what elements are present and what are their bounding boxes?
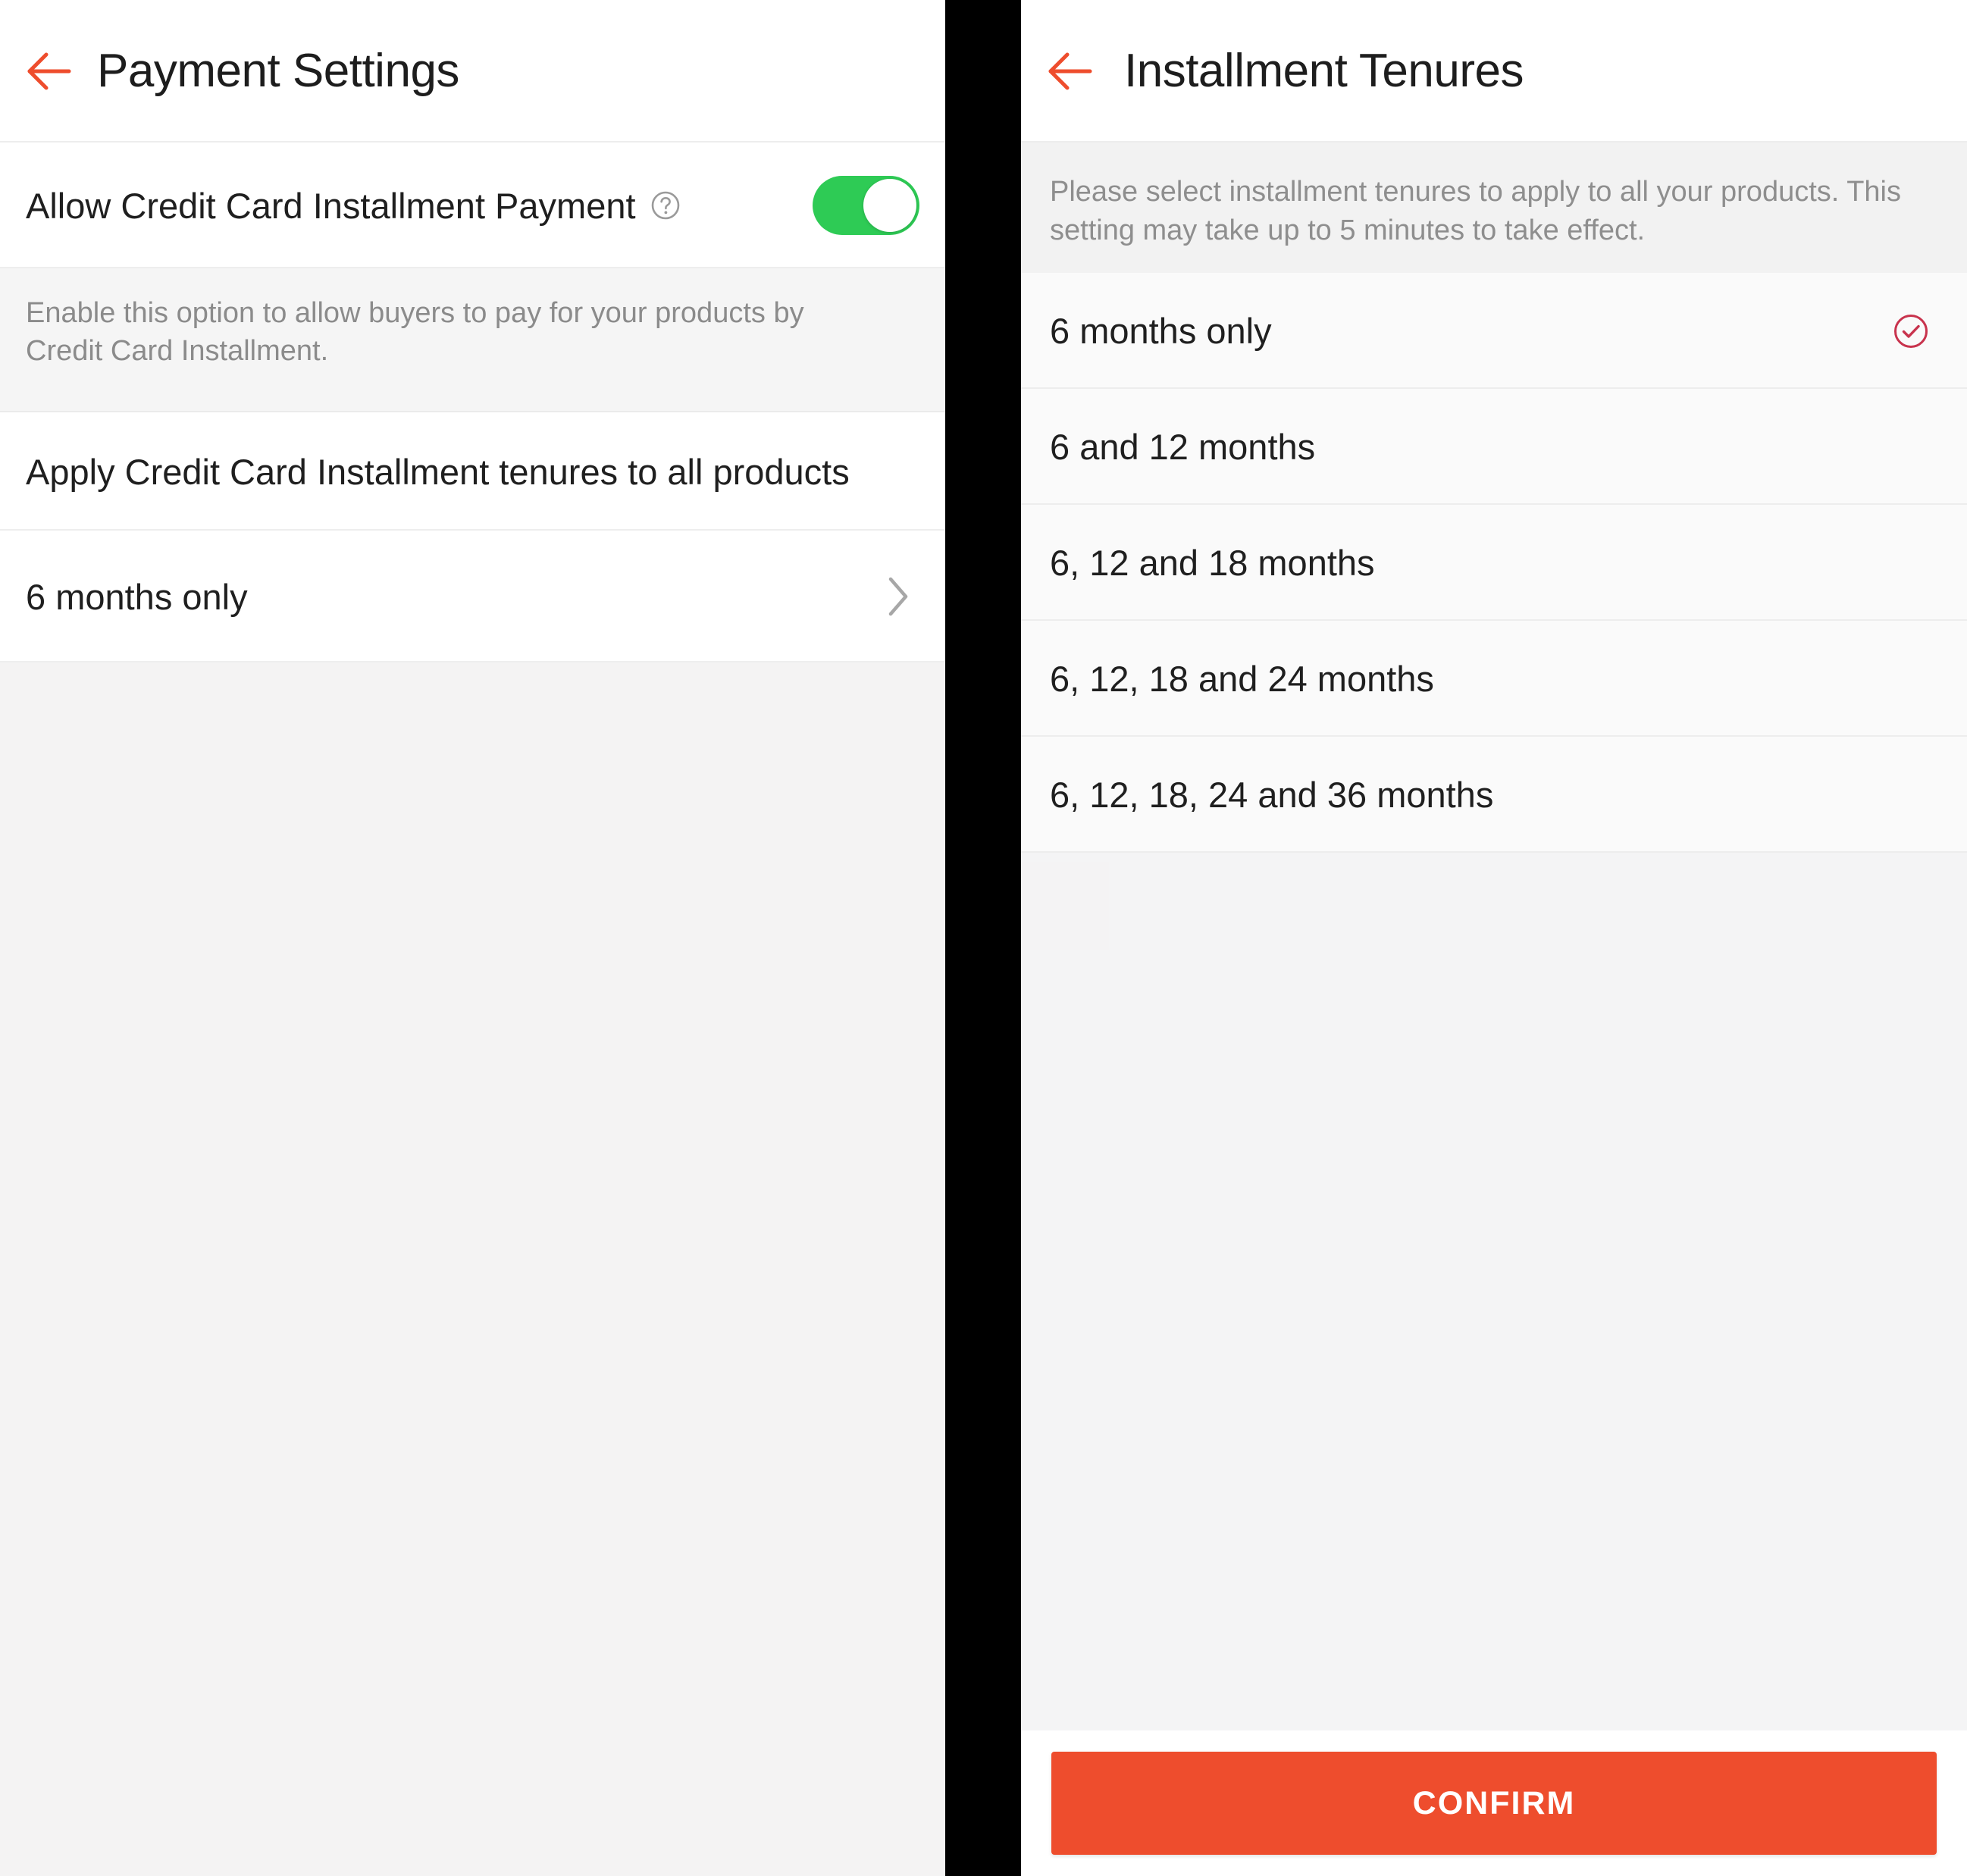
tenure-options-list: 6 months only 6 and 12 months 6, 12 and … <box>1021 273 1967 853</box>
arrow-left-icon <box>23 50 74 92</box>
apply-tenures-row: Apply Credit Card Installment tenures to… <box>0 412 945 531</box>
allow-installment-label: Allow Credit Card Installment Payment <box>26 185 636 226</box>
page-title-installment-tenures: Installment Tenures <box>1124 45 1524 97</box>
tenure-option-row-0[interactable]: 6 months only <box>1021 273 1967 389</box>
instructions-block: Please select installment tenures to app… <box>1021 143 1967 273</box>
confirm-bar: CONFIRM <box>1021 1730 1967 1876</box>
background-block <box>1021 862 1109 950</box>
tenure-option-row-4[interactable]: 6, 12, 18, 24 and 36 months <box>1021 737 1967 853</box>
payment-settings-screen: Payment Settings Allow Credit Card Insta… <box>0 0 945 1876</box>
page-title-payment-settings: Payment Settings <box>97 45 459 97</box>
confirm-button[interactable]: CONFIRM <box>1051 1752 1937 1855</box>
selected-tenure-value: 6 months only <box>26 576 248 617</box>
tenure-option-label: 6, 12, 18, 24 and 36 months <box>1050 775 1494 815</box>
allow-installment-row[interactable]: Allow Credit Card Installment Payment <box>0 143 945 268</box>
tenure-option-row-1[interactable]: 6 and 12 months <box>1021 389 1967 505</box>
screenshot-root: Payment Settings Allow Credit Card Insta… <box>0 0 1967 1876</box>
back-button-payment-settings[interactable] <box>0 0 97 143</box>
allow-installment-toggle[interactable] <box>813 176 919 235</box>
tenure-option-label: 6 and 12 months <box>1050 427 1316 467</box>
right-appbar: Installment Tenures <box>1021 0 1967 143</box>
left-appbar: Payment Settings <box>0 0 945 143</box>
selected-tenure-row[interactable]: 6 months only <box>0 531 945 662</box>
toggle-knob <box>863 179 916 232</box>
tenure-option-label: 6 months only <box>1050 311 1272 351</box>
chevron-right-icon[interactable] <box>885 575 912 618</box>
arrow-left-icon <box>1045 50 1095 92</box>
tenure-option-label: 6, 12 and 18 months <box>1050 543 1375 583</box>
tenure-option-row-3[interactable]: 6, 12, 18 and 24 months <box>1021 621 1967 737</box>
tenure-option-row-2[interactable]: 6, 12 and 18 months <box>1021 505 1967 621</box>
help-text-block: Enable this option to allow buyers to pa… <box>0 268 945 412</box>
instructions-text: Please select installment tenures to app… <box>1050 176 1901 246</box>
right-panel-filler <box>1021 853 1967 1876</box>
question-mark-circle-icon[interactable] <box>650 190 681 221</box>
panel-divider <box>945 0 1021 1876</box>
check-circle-icon <box>1893 313 1929 349</box>
tenure-option-label: 6, 12, 18 and 24 months <box>1050 659 1434 699</box>
installment-tenures-screen: Installment Tenures Please select instal… <box>1021 0 1967 1876</box>
back-button-installment-tenures[interactable] <box>1021 0 1118 143</box>
apply-tenures-label: Apply Credit Card Installment tenures to… <box>26 451 850 492</box>
help-text: Enable this option to allow buyers to pa… <box>26 297 804 368</box>
